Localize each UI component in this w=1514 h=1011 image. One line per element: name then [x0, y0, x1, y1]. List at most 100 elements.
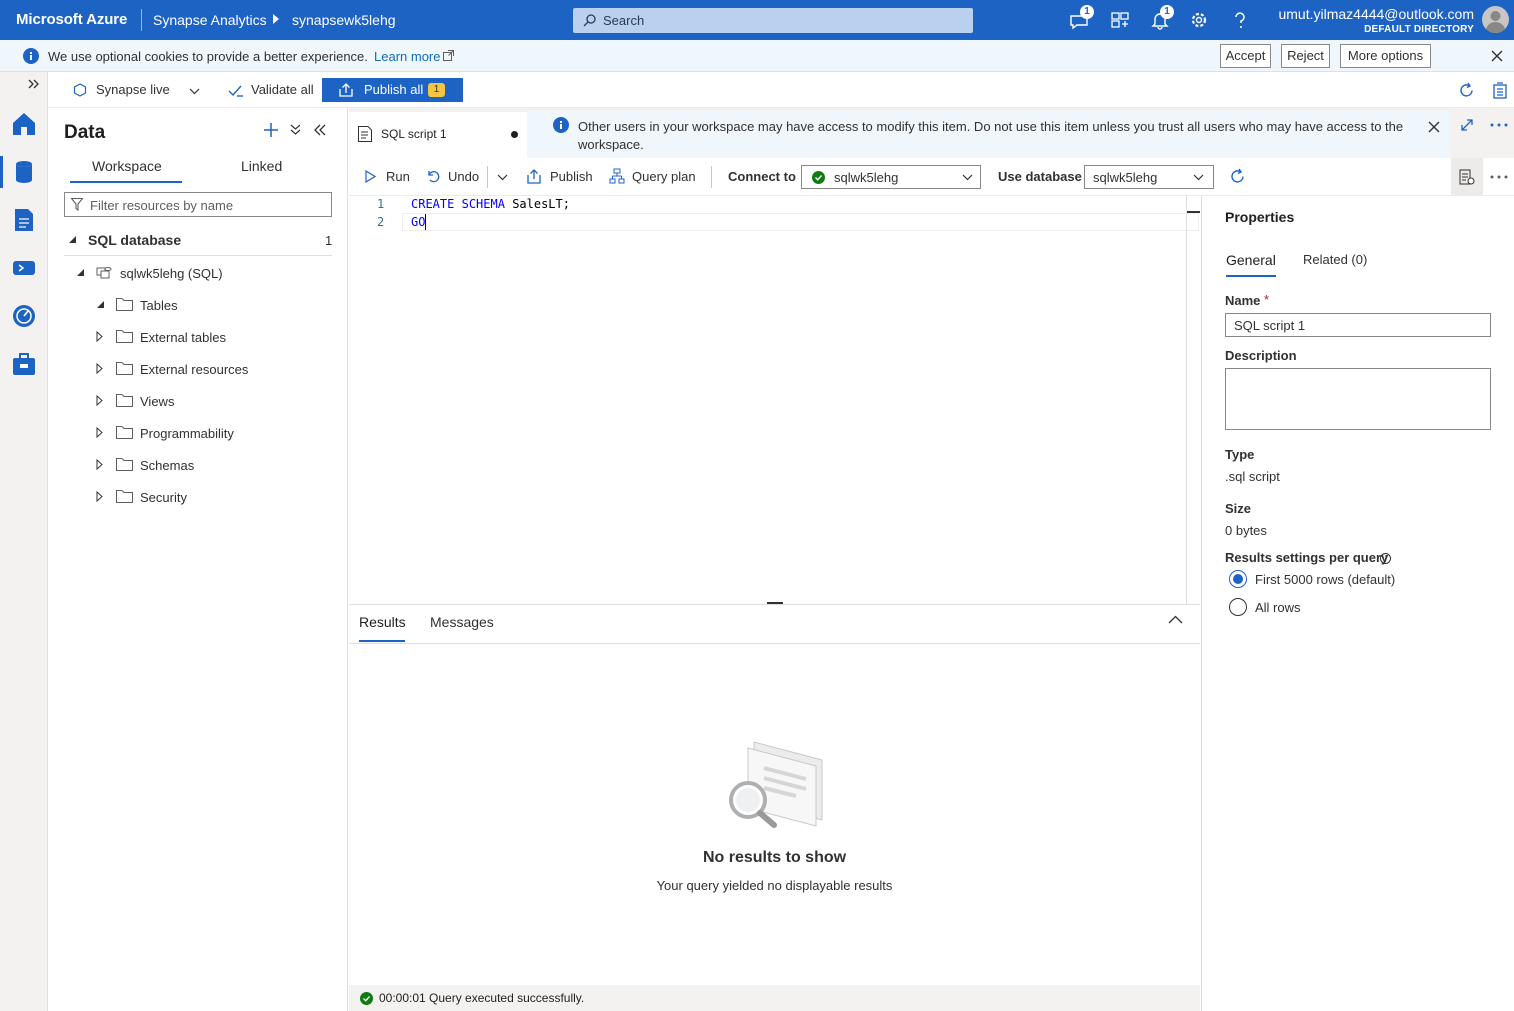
search-box[interactable]: Search	[573, 8, 973, 33]
collapsed-caret-icon[interactable]	[96, 491, 103, 502]
code-line[interactable]: GO	[411, 215, 425, 229]
collapse-all-icon[interactable]	[290, 124, 301, 136]
tree-item-external-resources[interactable]: External resources	[140, 362, 248, 377]
gear-icon[interactable]	[1189, 10, 1209, 30]
integrate-hub-icon[interactable]	[10, 254, 38, 282]
expand-icon[interactable]	[28, 78, 40, 90]
scrollbar-track[interactable]	[1186, 196, 1187, 604]
left-nav-rail	[0, 72, 48, 1011]
name-field[interactable]: SQL script 1	[1225, 313, 1491, 337]
close-icon[interactable]	[1491, 50, 1503, 62]
database-node[interactable]: sqlwk5lehg (SQL)	[120, 266, 223, 281]
radio-first-5000[interactable]	[1229, 570, 1247, 588]
tree-item-security[interactable]: Security	[140, 490, 187, 505]
active-indicator	[0, 156, 3, 188]
discard-icon[interactable]	[1493, 82, 1507, 99]
tab-general[interactable]: General	[1226, 252, 1276, 268]
accept-button[interactable]: Accept	[1220, 44, 1271, 68]
learn-more-link[interactable]: Learn more	[374, 49, 440, 64]
run-button[interactable]: Run	[386, 169, 410, 184]
tree-item-programmability[interactable]: Programmability	[140, 426, 234, 441]
more-icon[interactable]	[1490, 123, 1508, 127]
help-icon[interactable]	[1230, 10, 1250, 30]
tab-related[interactable]: Related (0)	[1303, 252, 1367, 267]
upload-icon	[527, 169, 541, 184]
develop-hub-icon[interactable]	[10, 206, 38, 234]
connect-to-label: Connect to	[728, 169, 796, 184]
tree-item-external-tables[interactable]: External tables	[140, 330, 226, 345]
option-all-rows-label: All rows	[1255, 600, 1301, 615]
connect-to-dropdown[interactable]: sqlwk5lehg	[801, 165, 981, 189]
tab-messages[interactable]: Messages	[430, 614, 494, 630]
info-icon[interactable]	[1380, 553, 1391, 564]
use-database-label: Use database	[998, 169, 1082, 184]
directory-switch-icon[interactable]	[1110, 10, 1130, 30]
tree-item-tables[interactable]: Tables	[140, 298, 178, 313]
add-icon[interactable]	[263, 122, 279, 138]
radio-all-rows[interactable]	[1229, 598, 1247, 616]
refresh-icon[interactable]	[1229, 168, 1246, 185]
publish-all-button[interactable]: Publish all 1	[322, 78, 463, 102]
divider	[711, 166, 712, 188]
more-icon[interactable]	[1490, 175, 1508, 179]
line-number: 2	[377, 215, 385, 229]
sql-script-icon	[358, 126, 372, 142]
filter-placeholder: Filter resources by name	[90, 198, 234, 213]
user-email[interactable]: umut.yilmaz4444@outlook.com	[1278, 6, 1474, 22]
tab-results[interactable]: Results	[359, 614, 406, 630]
brand-title[interactable]: Microsoft Azure	[16, 11, 127, 28]
data-hub-icon[interactable]	[10, 158, 38, 186]
more-options-button[interactable]: More options	[1340, 44, 1431, 68]
collapsed-caret-icon[interactable]	[96, 427, 103, 438]
expanded-caret-icon[interactable]	[96, 300, 105, 309]
reject-button[interactable]: Reject	[1281, 44, 1330, 68]
use-database-dropdown[interactable]: sqlwk5lehg	[1084, 165, 1214, 189]
size-label: Size	[1225, 501, 1252, 516]
collapsed-caret-icon[interactable]	[96, 363, 103, 374]
manage-hub-icon[interactable]	[10, 350, 38, 378]
section-sql-database[interactable]: SQL database	[88, 232, 181, 248]
description-field[interactable]	[1225, 368, 1491, 430]
code-keyword: CREATE	[411, 197, 455, 211]
tab-sql-script[interactable]: SQL script 1	[349, 112, 527, 158]
expanded-caret-icon[interactable]	[68, 235, 77, 244]
mode-selector[interactable]: Synapse live	[96, 82, 170, 97]
unsaved-dot-icon[interactable]	[511, 131, 518, 138]
expand-icon[interactable]	[1461, 119, 1473, 131]
tree-item-views[interactable]: Views	[140, 394, 174, 409]
close-icon[interactable]	[1428, 121, 1440, 133]
code-line[interactable]: CREATE SCHEMA SalesLT;	[411, 197, 570, 211]
success-icon	[812, 171, 825, 184]
properties-icon	[1459, 169, 1475, 185]
chevron-down-icon[interactable]	[497, 174, 508, 181]
query-plan-button[interactable]: Query plan	[632, 169, 696, 184]
line-number: 1	[377, 197, 385, 211]
collapsed-caret-icon[interactable]	[96, 395, 103, 406]
monitor-hub-icon[interactable]	[10, 302, 38, 330]
tab-indicator	[359, 640, 405, 642]
chevron-down-icon[interactable]	[189, 88, 200, 95]
tree-item-schemas[interactable]: Schemas	[140, 458, 194, 473]
collapsed-caret-icon[interactable]	[96, 459, 103, 470]
status-bar: 00:00:01 Query executed successfully.	[349, 985, 1200, 1011]
home-icon[interactable]	[10, 110, 38, 138]
filter-input[interactable]: Filter resources by name	[64, 192, 332, 217]
name-field-value: SQL script 1	[1234, 318, 1306, 333]
chevron-up-icon[interactable]	[1168, 615, 1183, 624]
code-editor[interactable]	[349, 196, 1200, 604]
tab-linked[interactable]: Linked	[241, 158, 282, 174]
tab-workspace[interactable]: Workspace	[92, 158, 162, 174]
expanded-caret-icon[interactable]	[76, 268, 85, 277]
publish-button[interactable]: Publish	[550, 169, 593, 184]
breadcrumb-workspace[interactable]: synapsewk5lehg	[292, 12, 396, 28]
validate-all-button[interactable]: Validate all	[251, 82, 314, 97]
avatar[interactable]	[1482, 6, 1509, 33]
undo-button[interactable]: Undo	[448, 169, 479, 184]
divider	[487, 166, 488, 188]
collapsed-caret-icon[interactable]	[96, 331, 103, 342]
collapse-panel-icon[interactable]	[314, 124, 326, 136]
breadcrumb-product[interactable]: Synapse Analytics	[153, 12, 267, 28]
refresh-icon[interactable]	[1458, 82, 1475, 99]
properties-toggle[interactable]	[1451, 158, 1483, 196]
chevron-down-icon	[1193, 174, 1204, 181]
